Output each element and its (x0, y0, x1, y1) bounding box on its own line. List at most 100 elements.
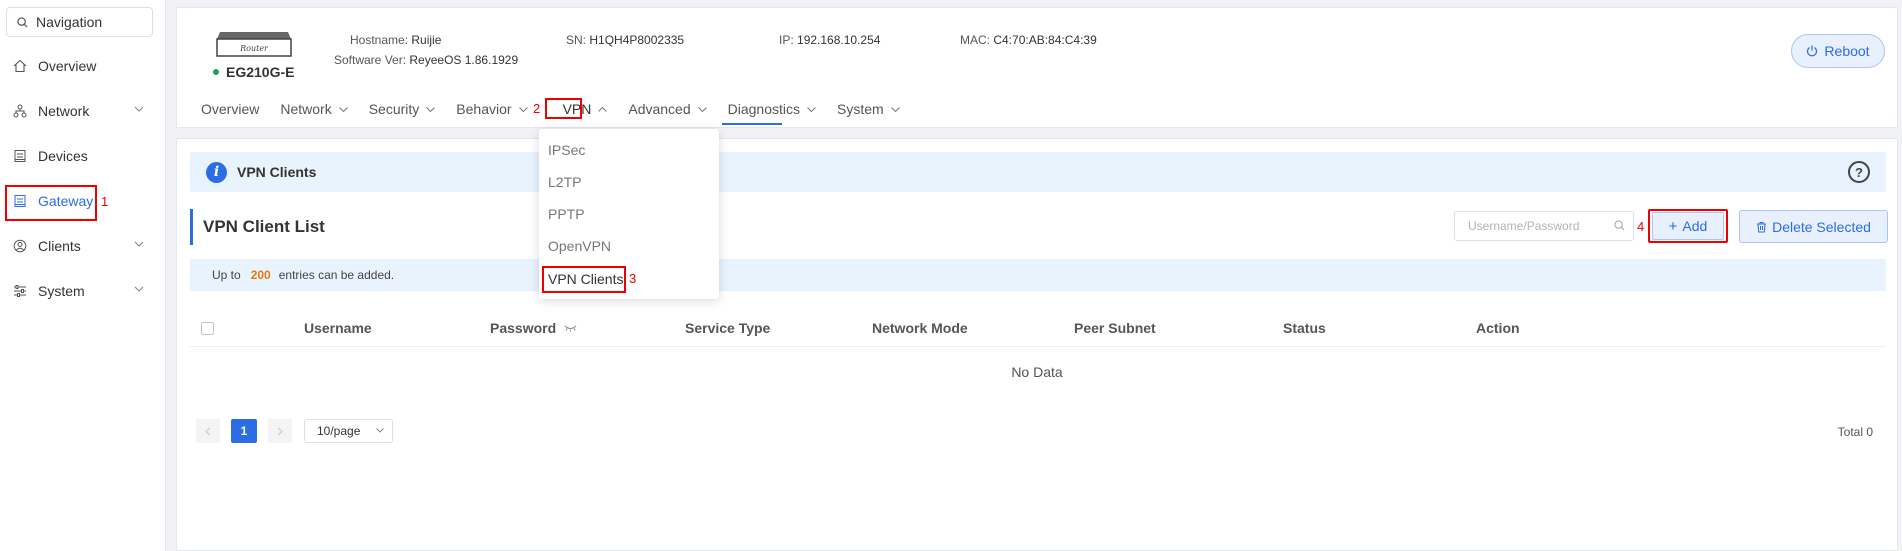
tab-system[interactable]: System (837, 98, 900, 120)
table-header: Username Password Service Type Network M… (190, 309, 1886, 347)
sn-info: SN: H1QH4P8002335 (566, 33, 684, 47)
delete-label: Delete Selected (1772, 218, 1871, 235)
network-icon (12, 103, 28, 119)
home-icon (12, 58, 28, 74)
help-icon[interactable]: ? (1848, 161, 1870, 183)
sidebar-item-label: Devices (38, 148, 88, 164)
info-banner: i VPN Clients ? (190, 152, 1886, 192)
column-peer-subnet: Peer Subnet (1074, 320, 1156, 336)
search-icon (1614, 220, 1625, 231)
hostname-value: Ruijie (411, 33, 442, 47)
tab-overview[interactable]: Overview (201, 98, 259, 120)
software-info: Software Ver: ReyeeOS 1.86.1929 (334, 53, 518, 67)
add-label: Add (1682, 218, 1708, 234)
hostname-label: Hostname: (350, 33, 409, 47)
reboot-button[interactable]: Reboot (1791, 34, 1885, 68)
sidebar-item-label: Overview (38, 58, 97, 74)
limit-suffix: entries can be added. (278, 268, 395, 282)
tab-diagnostics[interactable]: Diagnostics (728, 98, 816, 120)
column-username: Username (304, 320, 372, 336)
eye-closed-icon[interactable] (564, 325, 577, 332)
tab-network[interactable]: Network (280, 98, 348, 120)
tab-label: Overview (201, 101, 260, 117)
navigation-search-label: Navigation (36, 14, 103, 30)
page-number-current[interactable]: 1 (231, 419, 257, 443)
device-header: Router EG210G-E Hostname: Ruijie Softwar… (176, 7, 1898, 128)
mac-label: MAC: (960, 33, 990, 47)
chevron-up-icon (598, 106, 608, 112)
mac-info: MAC: C4:70:AB:84:C4:39 (960, 33, 1097, 47)
sn-label: SN: (566, 33, 587, 47)
sidebar-item-overview[interactable]: Overview (0, 49, 160, 83)
next-page-button[interactable] (268, 419, 292, 443)
menu-item-l2tp[interactable]: L2TP (548, 174, 581, 190)
chevron-down-icon (518, 106, 528, 112)
sidebar-item-system[interactable]: System (0, 274, 160, 308)
empty-table-message: No Data (1011, 364, 1063, 380)
devices-icon (12, 148, 28, 164)
column-status: Status (1283, 320, 1326, 336)
reboot-label: Reboot (1824, 43, 1870, 59)
column-service-type: Service Type (685, 320, 771, 336)
menu-item-ipsec[interactable]: IPSec (548, 142, 585, 158)
device-model: EG210G-E (213, 64, 294, 80)
add-button-annotated: + Add (1648, 209, 1728, 243)
page-size-value: 10/page (317, 424, 361, 438)
chevron-down-icon (338, 106, 348, 112)
software-value: ReyeeOS 1.86.1929 (409, 53, 519, 67)
chevron-down-icon (697, 106, 707, 112)
add-button[interactable]: + Add (1652, 212, 1724, 240)
chevron-left-icon (205, 427, 211, 435)
device-image-label: Router (239, 44, 269, 53)
annotation-box-vpn-tab (545, 98, 582, 119)
tab-label: Diagnostics (727, 101, 801, 117)
sidebar: Navigation Overview Network Devices Gate… (0, 0, 166, 551)
tab-label: Advanced (628, 101, 691, 117)
ip-value: 192.168.10.254 (797, 33, 881, 47)
system-icon (12, 283, 28, 299)
limit-value: 200 (250, 268, 271, 282)
chevron-down-icon (376, 428, 384, 433)
sidebar-item-label: Clients (38, 238, 81, 254)
menu-item-pptp[interactable]: PPTP (548, 206, 585, 222)
info-icon: i (206, 161, 227, 183)
annotation-step-3: 3 (629, 271, 637, 286)
vpn-clients-panel: i VPN Clients ? VPN Client List Username… (176, 138, 1898, 551)
menu-item-openvpn[interactable]: OpenVPN (548, 238, 611, 254)
search-placeholder: Username/Password (1468, 219, 1580, 233)
annotation-step-1: 1 (101, 194, 109, 209)
search-input[interactable]: Username/Password (1454, 211, 1634, 241)
tab-label: Security (368, 101, 420, 117)
annotation-box-vpn-clients (542, 266, 626, 293)
tab-label: Network (280, 101, 332, 117)
delete-selected-button[interactable]: Delete Selected (1739, 210, 1888, 243)
ip-info: IP: 192.168.10.254 (779, 33, 880, 47)
banner-title: VPN Clients (237, 164, 317, 180)
annotation-box-gateway (5, 185, 97, 221)
page-size-select[interactable]: 10/page (304, 419, 393, 443)
chevron-down-icon (890, 106, 900, 112)
tab-advanced[interactable]: Advanced (628, 98, 707, 120)
chevron-right-icon (277, 427, 283, 435)
tab-label: Behavior (456, 101, 512, 117)
sidebar-item-label: System (38, 283, 85, 299)
column-password-label: Password (490, 320, 557, 336)
tab-security[interactable]: Security (369, 98, 436, 120)
total-count: Total 0 (1837, 425, 1873, 439)
search-icon (17, 16, 28, 28)
sidebar-item-network[interactable]: Network (0, 94, 160, 128)
sidebar-item-devices[interactable]: Devices (0, 139, 160, 173)
sidebar-item-label: Network (38, 103, 90, 119)
router-device-image: Router (216, 32, 292, 57)
sn-value: H1QH4P8002335 (589, 33, 685, 47)
prev-page-button[interactable] (196, 419, 220, 443)
sidebar-item-clients[interactable]: Clients (0, 229, 160, 263)
chevron-down-icon (134, 106, 144, 112)
select-all-checkbox[interactable] (201, 322, 214, 335)
navigation-search[interactable]: Navigation (6, 7, 153, 37)
tab-behavior[interactable]: Behavior (456, 98, 528, 120)
device-model-label: EG210G-E (226, 64, 295, 80)
plus-icon: + (1668, 217, 1678, 235)
limit-prefix: Up to (212, 268, 241, 282)
annotation-step-2: 2 (533, 101, 541, 116)
